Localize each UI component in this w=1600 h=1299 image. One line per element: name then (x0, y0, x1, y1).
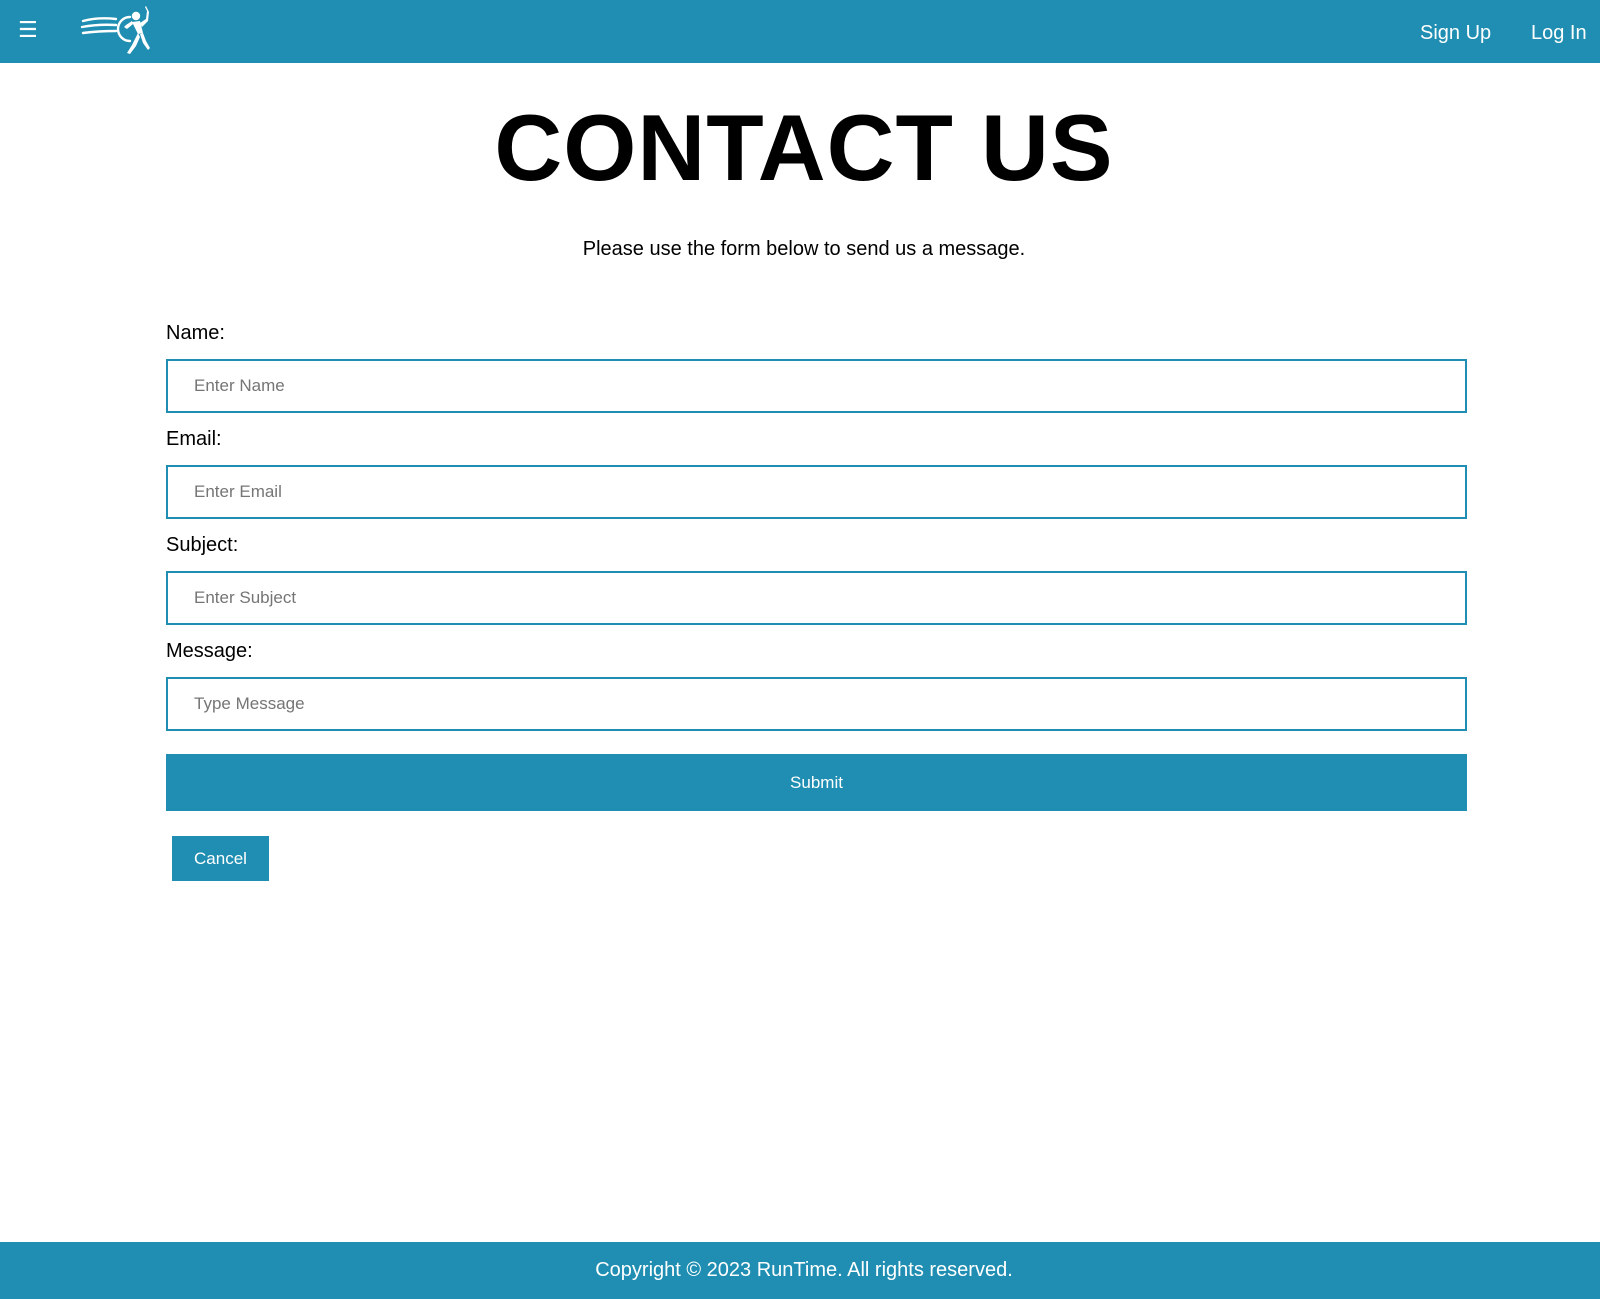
email-label: Email: (166, 428, 222, 450)
message-label: Message: (166, 640, 253, 662)
page-subtitle: Please use the form below to send us a m… (582, 238, 1026, 260)
subject-input[interactable] (166, 571, 1467, 625)
top-navbar: ☰ Sign Up Log In (0, 0, 1600, 63)
message-input[interactable] (166, 677, 1467, 731)
page-title: CONTACT US (494, 95, 1114, 200)
page-footer: Copyright © 2023 RunTime. All rights res… (0, 1242, 1600, 1299)
subject-label: Subject: (166, 534, 239, 556)
log-in-link[interactable]: Log In (1531, 20, 1587, 46)
runner-logo-icon[interactable] (80, 3, 156, 57)
email-input[interactable] (166, 465, 1467, 519)
name-label: Name: (166, 322, 225, 344)
hamburger-menu-icon[interactable]: ☰ (18, 15, 40, 45)
sign-up-link[interactable]: Sign Up (1420, 20, 1491, 46)
cancel-button[interactable]: Cancel (172, 836, 269, 881)
copyright-text: Copyright © 2023 RunTime. All rights res… (595, 1259, 1013, 1281)
submit-button[interactable]: Submit (166, 754, 1467, 811)
name-input[interactable] (166, 359, 1467, 413)
